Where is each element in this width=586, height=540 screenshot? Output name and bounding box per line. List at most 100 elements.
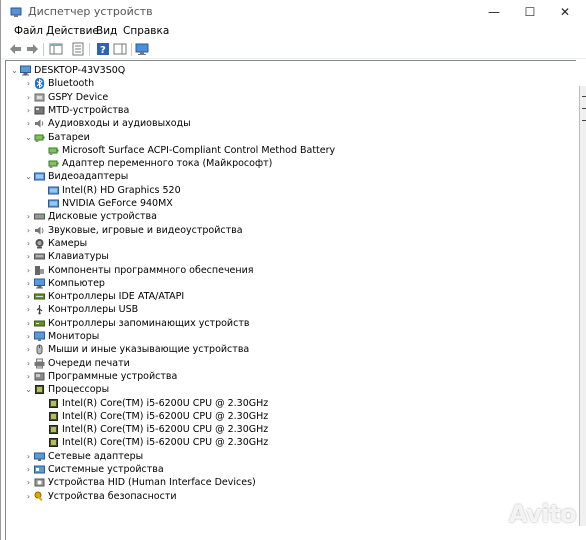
tree-category[interactable]: › MTD-устройства <box>6 104 566 117</box>
processor-icon <box>35 385 44 395</box>
scan-hardware-monitor-icon[interactable] <box>135 42 149 56</box>
tree-category[interactable]: › Очереди печати <box>6 357 566 370</box>
tree-device[interactable]: Intel(R) HD Graphics 520 <box>6 184 566 197</box>
device-manager-window: Диспетчер устройств — ☐ ✕ Файл Действие … <box>0 0 586 540</box>
toolbar-separator <box>43 43 44 56</box>
tree-item-label: Контроллеры USB <box>48 304 139 316</box>
monitor-icon <box>34 331 45 341</box>
sound-icon <box>35 226 44 235</box>
tree-category[interactable]: › Контроллеры IDE ATA/ATAPI <box>6 290 566 303</box>
expand-chevron-icon[interactable]: › <box>24 238 33 249</box>
expand-chevron-icon[interactable]: › <box>24 491 33 502</box>
close-button[interactable]: ✕ <box>542 0 586 24</box>
tree-category[interactable]: › GSPY Device <box>6 91 566 104</box>
tree-category[interactable]: › Камеры <box>6 237 566 250</box>
expand-chevron-icon[interactable]: › <box>24 477 33 488</box>
tree-device[interactable]: Intel(R) Core(TM) i5-6200U CPU @ 2.30GHz <box>6 436 566 449</box>
expand-chevron-icon[interactable]: › <box>24 451 33 462</box>
background-window-edge <box>579 86 586 526</box>
expand-chevron-icon[interactable]: › <box>24 225 33 236</box>
battery-icon <box>48 160 59 169</box>
expand-chevron-icon[interactable]: › <box>24 464 33 475</box>
tree-item-label: Системные устройства <box>48 464 164 475</box>
tree-device[interactable]: Intel(R) Core(TM) i5-6200U CPU @ 2.30GHz <box>6 423 566 436</box>
forward-arrow-icon[interactable] <box>25 42 39 56</box>
expand-chevron-icon[interactable]: › <box>24 251 33 262</box>
action-pane-icon[interactable] <box>113 42 127 56</box>
expand-chevron-icon[interactable]: › <box>24 278 33 289</box>
back-arrow-icon[interactable] <box>9 42 23 56</box>
expand-chevron-icon[interactable]: › <box>24 371 33 382</box>
tree-category[interactable]: › Контроллеры запоминающих устройств <box>6 317 566 330</box>
collapse-chevron-icon[interactable]: ⌄ <box>24 384 33 395</box>
tree-category[interactable]: › Звуковые, игровые и видеоустройства <box>6 224 566 237</box>
expand-chevron-icon[interactable]: › <box>24 78 33 89</box>
tree-item-label: Intel(R) HD Graphics 520 <box>62 184 181 196</box>
processor-icon <box>49 425 58 435</box>
collapse-chevron-icon[interactable]: ⌄ <box>24 171 33 182</box>
expand-chevron-icon[interactable]: › <box>24 344 33 355</box>
tree-category[interactable]: › Bluetooth <box>6 77 566 90</box>
tree-category[interactable]: › Клавиатуры <box>6 250 566 263</box>
tree-category[interactable]: ⌄ Процессоры <box>6 383 566 396</box>
camera-icon <box>35 238 44 249</box>
battery-icon <box>48 147 59 155</box>
expand-chevron-icon[interactable]: › <box>24 118 33 129</box>
mtd-icon <box>34 106 45 115</box>
properties-icon[interactable] <box>71 42 85 56</box>
tree-root[interactable]: ⌄ DESKTOP-43V3S0Q <box>6 64 566 77</box>
collapse-chevron-icon[interactable]: ⌄ <box>24 132 33 143</box>
computer-icon <box>34 278 45 289</box>
tree-category[interactable]: › Системные устройства <box>6 463 566 476</box>
tree-category[interactable]: › Сетевые адаптеры <box>6 450 566 463</box>
disk-icon <box>34 213 45 220</box>
tree-device[interactable]: Microsoft Surface ACPI-Compliant Control… <box>6 144 566 157</box>
tree-category[interactable]: › Компоненты программного обеспечения <box>6 264 566 277</box>
menu-file[interactable]: Файл <box>14 25 43 37</box>
bluetooth-icon <box>35 78 44 90</box>
tree-category[interactable]: › Компьютер <box>6 277 566 290</box>
expand-chevron-icon[interactable]: › <box>24 304 33 315</box>
expand-chevron-icon[interactable]: › <box>24 92 33 103</box>
tree-item-label: Камеры <box>48 237 88 249</box>
tree-category[interactable]: › Программные устройства <box>6 370 566 383</box>
tree-category[interactable]: › Аудиовходы и аудиовыходы <box>6 117 566 130</box>
title-bar[interactable]: Диспетчер устройств — ☐ ✕ <box>1 0 586 24</box>
display-adapter-icon <box>48 186 59 195</box>
menu-help[interactable]: Справка <box>123 25 169 37</box>
expand-chevron-icon[interactable]: › <box>24 291 33 302</box>
tree-category[interactable]: › Мыши и иные указывающие устройства <box>6 343 566 356</box>
tree-category[interactable]: ⌄ Видеоадаптеры <box>6 170 566 183</box>
tree-item-label: GSPY Device <box>48 91 109 103</box>
tree-category[interactable]: › Устройства HID (Human Interface Devices… <box>6 476 566 489</box>
expand-chevron-icon[interactable]: › <box>24 318 33 329</box>
menu-action[interactable]: Действие <box>46 25 99 37</box>
tree-device[interactable]: NVIDIA GeForce 940MX <box>6 197 566 210</box>
expand-chevron-icon[interactable]: › <box>24 211 33 222</box>
show-hide-console-tree-icon[interactable] <box>49 42 63 56</box>
tree-item-label: Очереди печати <box>48 357 130 369</box>
storage-controller-icon <box>34 320 45 327</box>
toolbar-separator <box>131 43 132 56</box>
processor-icon <box>49 438 58 448</box>
expand-chevron-icon[interactable]: › <box>24 265 33 276</box>
tree-category[interactable]: › Мониторы <box>6 330 566 343</box>
tree-item-label: Контроллеры запоминающих устройств <box>48 317 250 329</box>
expand-chevron-icon[interactable]: › <box>24 331 33 342</box>
tree-category[interactable]: ⌄ Батареи <box>6 131 566 144</box>
expand-chevron-icon[interactable]: › <box>24 105 33 116</box>
tree-device[interactable]: Адаптер переменного тока (Майкрософт) <box>6 157 566 170</box>
expand-chevron-icon[interactable]: › <box>24 358 33 369</box>
toolbar: ? <box>1 41 586 59</box>
tree-item-label: Компоненты программного обеспечения <box>48 264 254 276</box>
collapse-chevron-icon[interactable]: ⌄ <box>10 65 19 76</box>
device-tree-panel: ⌄ DESKTOP-43V3S0Q › Bluetooth › GSPY Device › M… <box>5 60 576 540</box>
tree-device[interactable]: Intel(R) Core(TM) i5-6200U CPU @ 2.30GHz <box>6 397 566 410</box>
network-adapter-icon <box>34 452 45 461</box>
tree-category[interactable]: › Дисковые устройства <box>6 210 566 223</box>
tree-device[interactable]: Intel(R) Core(TM) i5-6200U CPU @ 2.30GHz <box>6 410 566 423</box>
tree-category[interactable]: › Контроллеры USB <box>6 303 566 316</box>
help-icon[interactable]: ? <box>96 42 110 56</box>
menu-view[interactable]: Вид <box>96 25 117 37</box>
tree-item-label: Видеоадаптеры <box>48 171 129 183</box>
